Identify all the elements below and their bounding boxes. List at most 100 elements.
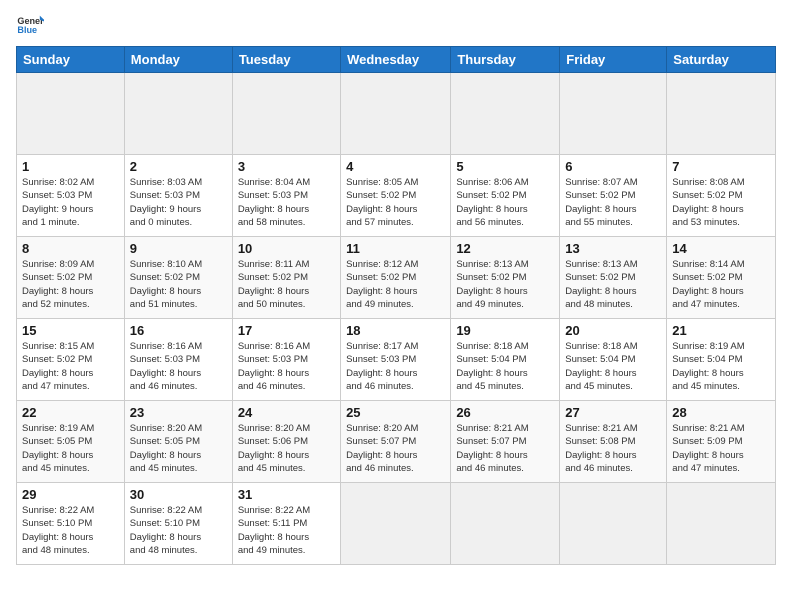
day-cell: 16 Sunrise: 8:16 AM Sunset: 5:03 PM Dayli… <box>124 319 232 401</box>
day-detail: Sunrise: 8:02 AM Sunset: 5:03 PM Dayligh… <box>22 176 119 229</box>
day-detail: Sunrise: 8:18 AM Sunset: 5:04 PM Dayligh… <box>565 340 661 393</box>
day-cell: 23Sunrise: 8:20 AM Sunset: 5:05 PM Dayli… <box>124 401 232 483</box>
week-row-5: 29 Sunrise: 8:22 AM Sunset: 5:10 PM Dayli… <box>17 483 776 565</box>
day-cell: 26Sunrise: 8:21 AM Sunset: 5:07 PM Dayli… <box>451 401 560 483</box>
day-cell: 15 Sunrise: 8:15 AM Sunset: 5:02 PM Dayli… <box>17 319 125 401</box>
day-cell: 31 Sunrise: 8:22 AM Sunset: 5:11 PM Dayli… <box>232 483 340 565</box>
day-cell: 29 Sunrise: 8:22 AM Sunset: 5:10 PM Dayli… <box>17 483 125 565</box>
day-number: 6 <box>565 159 661 174</box>
day-number: 1 <box>22 159 119 174</box>
day-number: 22 <box>22 405 119 420</box>
day-number: 26 <box>456 405 554 420</box>
day-detail: Sunrise: 8:09 AM Sunset: 5:02 PM Dayligh… <box>22 258 119 311</box>
day-number: 27 <box>565 405 661 420</box>
day-cell <box>560 73 667 155</box>
day-detail: Sunrise: 8:07 AM Sunset: 5:02 PM Dayligh… <box>565 176 661 229</box>
day-cell: 7Sunrise: 8:08 AM Sunset: 5:02 PM Daylig… <box>667 155 776 237</box>
col-header-wednesday: Wednesday <box>341 47 451 73</box>
day-cell: 9 Sunrise: 8:10 AM Sunset: 5:02 PM Daylig… <box>124 237 232 319</box>
day-number: 28 <box>672 405 770 420</box>
logo-icon: General Blue <box>16 10 44 38</box>
day-number: 10 <box>238 241 335 256</box>
day-cell: 12 Sunrise: 8:13 AM Sunset: 5:02 PM Dayli… <box>451 237 560 319</box>
day-cell: 17 Sunrise: 8:16 AM Sunset: 5:03 PM Dayli… <box>232 319 340 401</box>
day-detail: Sunrise: 8:03 AM Sunset: 5:03 PM Dayligh… <box>130 176 227 229</box>
day-number: 3 <box>238 159 335 174</box>
day-number: 15 <box>22 323 119 338</box>
day-detail: Sunrise: 8:22 AM Sunset: 5:10 PM Dayligh… <box>22 504 119 557</box>
day-cell: 3 Sunrise: 8:04 AM Sunset: 5:03 PM Daylig… <box>232 155 340 237</box>
day-cell <box>451 483 560 565</box>
day-cell: 21Sunrise: 8:19 AM Sunset: 5:04 PM Dayli… <box>667 319 776 401</box>
day-cell: 2 Sunrise: 8:03 AM Sunset: 5:03 PM Daylig… <box>124 155 232 237</box>
day-detail: Sunrise: 8:18 AM Sunset: 5:04 PM Dayligh… <box>456 340 554 393</box>
day-detail: Sunrise: 8:22 AM Sunset: 5:10 PM Dayligh… <box>130 504 227 557</box>
day-detail: Sunrise: 8:19 AM Sunset: 5:04 PM Dayligh… <box>672 340 770 393</box>
day-detail: Sunrise: 8:16 AM Sunset: 5:03 PM Dayligh… <box>130 340 227 393</box>
day-detail: Sunrise: 8:05 AM Sunset: 5:02 PM Dayligh… <box>346 176 445 229</box>
day-cell <box>341 483 451 565</box>
header-row: SundayMondayTuesdayWednesdayThursdayFrid… <box>17 47 776 73</box>
day-number: 9 <box>130 241 227 256</box>
day-cell: 6 Sunrise: 8:07 AM Sunset: 5:02 PM Daylig… <box>560 155 667 237</box>
page-container: General Blue SundayMondayTuesdayWednesda… <box>0 0 792 575</box>
page-header: General Blue <box>16 10 776 38</box>
day-number: 30 <box>130 487 227 502</box>
svg-text:Blue: Blue <box>17 25 37 35</box>
day-detail: Sunrise: 8:08 AM Sunset: 5:02 PM Dayligh… <box>672 176 770 229</box>
day-number: 29 <box>22 487 119 502</box>
day-detail: Sunrise: 8:13 AM Sunset: 5:02 PM Dayligh… <box>456 258 554 311</box>
col-header-thursday: Thursday <box>451 47 560 73</box>
day-detail: Sunrise: 8:10 AM Sunset: 5:02 PM Dayligh… <box>130 258 227 311</box>
day-number: 25 <box>346 405 445 420</box>
day-cell: 22Sunrise: 8:19 AM Sunset: 5:05 PM Dayli… <box>17 401 125 483</box>
day-number: 13 <box>565 241 661 256</box>
week-row-0 <box>17 73 776 155</box>
day-number: 8 <box>22 241 119 256</box>
day-number: 16 <box>130 323 227 338</box>
day-cell: 20 Sunrise: 8:18 AM Sunset: 5:04 PM Dayli… <box>560 319 667 401</box>
day-number: 31 <box>238 487 335 502</box>
day-number: 17 <box>238 323 335 338</box>
day-number: 20 <box>565 323 661 338</box>
day-detail: Sunrise: 8:16 AM Sunset: 5:03 PM Dayligh… <box>238 340 335 393</box>
col-header-friday: Friday <box>560 47 667 73</box>
day-detail: Sunrise: 8:22 AM Sunset: 5:11 PM Dayligh… <box>238 504 335 557</box>
day-detail: Sunrise: 8:13 AM Sunset: 5:02 PM Dayligh… <box>565 258 661 311</box>
day-cell <box>341 73 451 155</box>
col-header-monday: Monday <box>124 47 232 73</box>
day-cell <box>667 73 776 155</box>
day-detail: Sunrise: 8:21 AM Sunset: 5:08 PM Dayligh… <box>565 422 661 475</box>
day-number: 11 <box>346 241 445 256</box>
day-detail: Sunrise: 8:14 AM Sunset: 5:02 PM Dayligh… <box>672 258 770 311</box>
day-cell: 28Sunrise: 8:21 AM Sunset: 5:09 PM Dayli… <box>667 401 776 483</box>
day-number: 19 <box>456 323 554 338</box>
day-cell: 30 Sunrise: 8:22 AM Sunset: 5:10 PM Dayli… <box>124 483 232 565</box>
day-detail: Sunrise: 8:04 AM Sunset: 5:03 PM Dayligh… <box>238 176 335 229</box>
day-cell: 8 Sunrise: 8:09 AM Sunset: 5:02 PM Daylig… <box>17 237 125 319</box>
day-number: 24 <box>238 405 335 420</box>
day-cell: 10Sunrise: 8:11 AM Sunset: 5:02 PM Dayli… <box>232 237 340 319</box>
day-detail: Sunrise: 8:20 AM Sunset: 5:05 PM Dayligh… <box>130 422 227 475</box>
day-cell <box>124 73 232 155</box>
day-number: 2 <box>130 159 227 174</box>
day-cell <box>667 483 776 565</box>
day-cell <box>17 73 125 155</box>
day-detail: Sunrise: 8:20 AM Sunset: 5:06 PM Dayligh… <box>238 422 335 475</box>
week-row-4: 22Sunrise: 8:19 AM Sunset: 5:05 PM Dayli… <box>17 401 776 483</box>
day-detail: Sunrise: 8:12 AM Sunset: 5:02 PM Dayligh… <box>346 258 445 311</box>
col-header-sunday: Sunday <box>17 47 125 73</box>
day-cell <box>451 73 560 155</box>
day-number: 12 <box>456 241 554 256</box>
day-cell: 25 Sunrise: 8:20 AM Sunset: 5:07 PM Dayli… <box>341 401 451 483</box>
day-detail: Sunrise: 8:15 AM Sunset: 5:02 PM Dayligh… <box>22 340 119 393</box>
day-detail: Sunrise: 8:06 AM Sunset: 5:02 PM Dayligh… <box>456 176 554 229</box>
logo: General Blue <box>16 10 48 38</box>
week-row-2: 8 Sunrise: 8:09 AM Sunset: 5:02 PM Daylig… <box>17 237 776 319</box>
day-cell <box>560 483 667 565</box>
week-row-3: 15 Sunrise: 8:15 AM Sunset: 5:02 PM Dayli… <box>17 319 776 401</box>
calendar-table: SundayMondayTuesdayWednesdayThursdayFrid… <box>16 46 776 565</box>
day-number: 5 <box>456 159 554 174</box>
day-detail: Sunrise: 8:20 AM Sunset: 5:07 PM Dayligh… <box>346 422 445 475</box>
day-cell: 14Sunrise: 8:14 AM Sunset: 5:02 PM Dayli… <box>667 237 776 319</box>
